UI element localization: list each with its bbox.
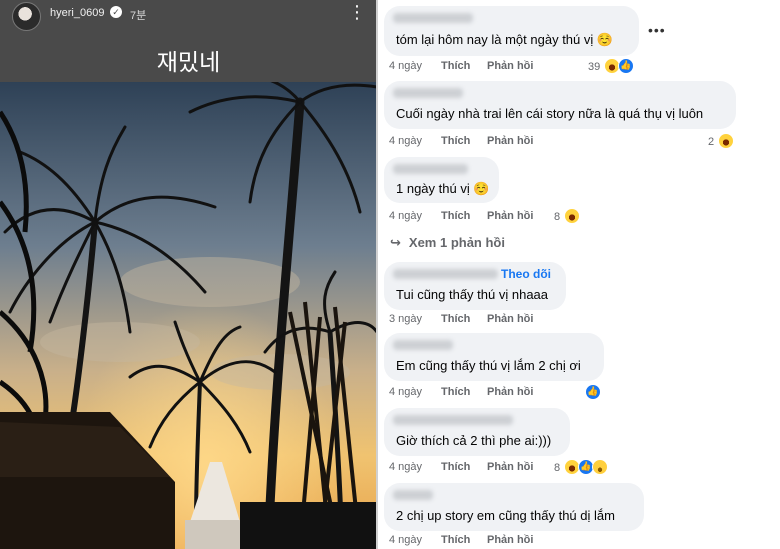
reaction-count: 8	[554, 211, 561, 223]
more-vertical-icon[interactable]: ⋮	[348, 2, 366, 22]
comment-text: 2 chị up story em cũng thấy thú dị lắm	[396, 508, 615, 523]
commenter-name-blurred[interactable]	[393, 88, 463, 98]
reaction-count: 2	[708, 136, 715, 148]
like-link[interactable]: Thích	[441, 135, 470, 147]
more-horizontal-icon[interactable]: •••	[648, 22, 666, 38]
comment-text: 1 ngày thú vị ☺️	[396, 181, 490, 196]
comment-text: Cuối ngày nhà trai lên cái story nữa là …	[396, 106, 704, 121]
comment-bubble: 1 ngày thú vị ☺️	[384, 157, 499, 203]
follow-button[interactable]: Theo dõi	[501, 267, 551, 281]
commenter-name-blurred[interactable]	[393, 415, 513, 425]
story-caption: 재밌네	[156, 50, 221, 76]
sad-reaction-icon[interactable]	[592, 459, 608, 475]
comment-time: 4 ngày	[389, 461, 423, 473]
comment-time: 4 ngày	[389, 534, 423, 546]
view-replies-label: Xem 1 phản hồi	[408, 235, 505, 250]
reply-link[interactable]: Phản hồi	[487, 60, 533, 72]
comment-time: 4 ngày	[389, 386, 423, 398]
comment-bubble: Theo dõi Tui cũng thấy thú vị nhaaa	[384, 262, 566, 310]
reply-link[interactable]: Phản hồi	[487, 461, 533, 473]
reply-link[interactable]: Phản hồi	[487, 135, 533, 147]
like-link[interactable]: Thích	[441, 60, 470, 72]
verified-badge-icon: ✓	[110, 6, 122, 18]
comment-text: Em cũng thấy thú vị lắm 2 chị ơi	[396, 358, 581, 373]
commenter-name-blurred[interactable]	[393, 490, 433, 500]
like-link[interactable]: Thích	[441, 386, 470, 398]
avatar[interactable]	[12, 2, 41, 31]
story-username[interactable]: hyeri_0609	[50, 7, 104, 19]
commenter-name-blurred[interactable]	[393, 340, 453, 350]
comments-panel: tóm lại hôm nay là một ngày thú vị ☺️ ••…	[378, 0, 780, 549]
like-reaction-icon[interactable]: 👍	[618, 58, 634, 74]
haha-reaction-icon[interactable]	[718, 133, 734, 149]
reply-link[interactable]: Phản hồi	[487, 313, 533, 325]
comment-bubble: Cuối ngày nhà trai lên cái story nữa là …	[384, 81, 736, 129]
comment-text: Tui cũng thấy thú vị nhaaa	[396, 287, 549, 302]
haha-reaction-icon[interactable]	[564, 208, 580, 224]
comment-bubble: 2 chị up story em cũng thấy thú dị lắm	[384, 483, 644, 531]
comment-time: 4 ngày	[389, 210, 423, 222]
story-photo	[0, 82, 377, 549]
reply-arrow-icon: ↪	[390, 235, 401, 250]
story-header: hyeri_0609 ✓ 7분 ⋮ 재밌네	[0, 0, 377, 82]
comment-bubble: Em cũng thấy thú vị lắm 2 chị ơi	[384, 333, 604, 381]
comment-text: Giờ thích cả 2 thì phe ai:)))	[396, 433, 552, 448]
comment-time: 3 ngày	[389, 313, 423, 325]
like-link[interactable]: Thích	[441, 210, 470, 222]
reply-link[interactable]: Phản hồi	[487, 534, 533, 546]
comment-bubble: tóm lại hôm nay là một ngày thú vị ☺️	[384, 6, 639, 56]
commenter-name-blurred[interactable]	[393, 164, 468, 174]
commenter-name-blurred[interactable]	[393, 269, 498, 279]
comment-text: tóm lại hôm nay là một ngày thú vị ☺️	[396, 32, 614, 47]
instagram-story: hyeri_0609 ✓ 7분 ⋮ 재밌네	[0, 0, 377, 549]
like-reaction-icon[interactable]: 👍	[585, 384, 601, 400]
commenter-name-blurred[interactable]	[393, 13, 473, 23]
view-replies-link[interactable]: ↪ Xem 1 phản hồi	[390, 235, 505, 251]
like-link[interactable]: Thích	[441, 461, 470, 473]
comment-time: 4 ngày	[389, 60, 423, 72]
reaction-count: 8	[554, 462, 561, 474]
reply-link[interactable]: Phản hồi	[487, 386, 533, 398]
story-time: 7분	[130, 10, 147, 22]
comment-bubble: Giờ thích cả 2 thì phe ai:)))	[384, 408, 570, 456]
like-link[interactable]: Thích	[441, 534, 470, 546]
comment-time: 4 ngày	[389, 135, 423, 147]
reaction-count: 39	[588, 61, 601, 73]
like-link[interactable]: Thích	[441, 313, 470, 325]
reply-link[interactable]: Phản hồi	[487, 210, 533, 222]
